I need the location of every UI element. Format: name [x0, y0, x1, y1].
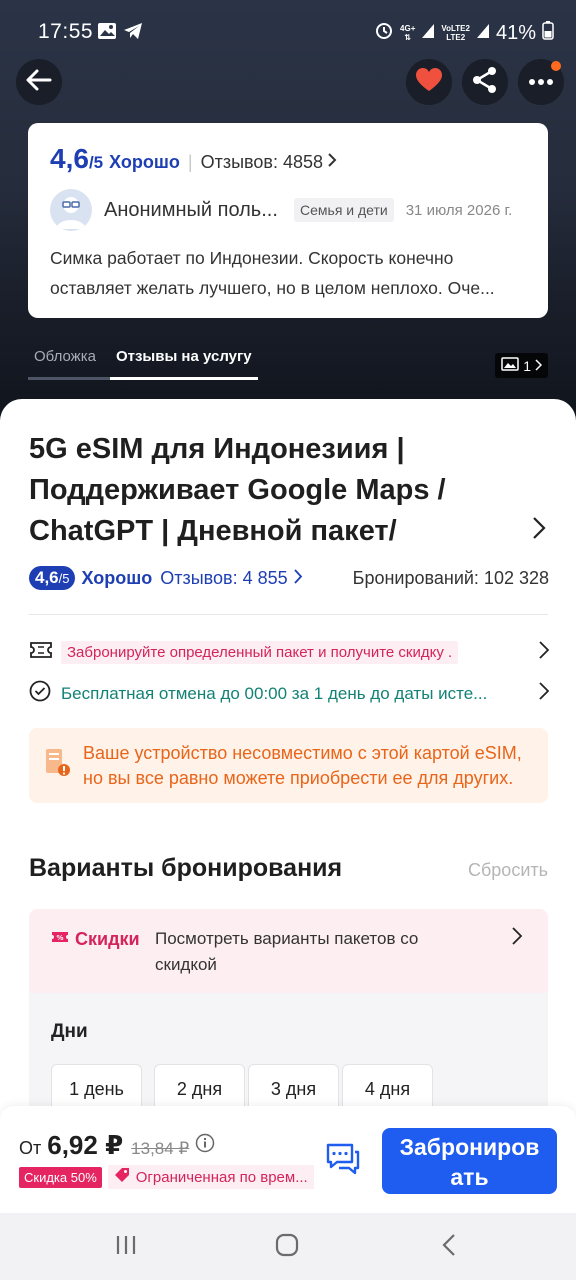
price-row: От 6,92 ₽ 13,84 ₽ — [19, 1130, 215, 1161]
more-dots-icon — [528, 73, 554, 91]
heart-icon — [415, 67, 443, 98]
warning-text: Ваше устройство несовместимо с этой карт… — [83, 741, 522, 791]
ticket-icon — [29, 640, 53, 665]
signal-icon-2 — [476, 22, 490, 45]
days-title: Дни — [51, 1021, 88, 1042]
chevron-right-icon — [327, 152, 337, 173]
compatibility-warning: Ваше устройство несовместимо с этой карт… — [29, 728, 548, 803]
discounts-label: % Скидки — [51, 929, 140, 950]
discount-tag-icon: % — [51, 929, 69, 950]
status-time: 17:55 — [38, 20, 94, 43]
discounts-label-text: Скидки — [75, 929, 140, 949]
reviewer-row: Анонимный поль... Семья и дети 31 июля 2… — [50, 189, 526, 231]
image-icon — [501, 357, 519, 374]
days-selector: Дни 1 день 2 дня 3 дня 4 дня — [29, 993, 548, 1119]
device-warning-icon — [45, 748, 71, 783]
home-icon[interactable] — [275, 1233, 299, 1262]
avatar — [50, 189, 92, 231]
photo-count-button[interactable]: 1 — [495, 353, 548, 378]
promo-text: Забронируйте определенный пакет и получи… — [61, 641, 459, 664]
separator: | — [187, 152, 193, 172]
status-bar: 17:55 4G+ ⇅ VoLTE2 LTE2 41% — [0, 0, 576, 62]
system-navigation-bar — [0, 1213, 576, 1280]
network-2: VoLTE2 LTE2 — [441, 24, 470, 42]
discounts-text: Посмотреть варианты пакетов со скидкой — [155, 929, 419, 974]
gallery-notification-icon — [97, 22, 117, 45]
network-1: 4G+ ⇅ — [400, 24, 416, 42]
chevron-right-icon — [512, 927, 523, 950]
review-preview-card[interactable]: 4,6 /5 Хорошо | Отзывов: 4858 Анонимный … — [28, 123, 548, 318]
recent-apps-icon[interactable] — [114, 1233, 138, 1262]
reviews-link[interactable]: Отзывов: 4 855 — [160, 568, 287, 589]
book-button-line-1: Заброниров — [399, 1134, 540, 1160]
rating-word: Хорошо — [81, 567, 153, 588]
price-badges: Скидка 50% Ограниченная по врем... — [19, 1165, 314, 1189]
discounts-banner[interactable]: % Скидки Посмотреть варианты пакетов со … — [29, 909, 548, 993]
warning-line-2: но вы все равно можете приобрести ее для… — [83, 767, 514, 788]
share-button[interactable] — [462, 59, 508, 105]
back-nav-icon[interactable] — [440, 1233, 458, 1262]
book-button[interactable]: Заброниров ать — [382, 1128, 557, 1194]
photo-count: 1 — [523, 357, 531, 374]
limited-offer-badge: Ограниченная по врем... — [107, 1165, 314, 1189]
review-out-of: /5 — [88, 153, 104, 172]
share-icon — [471, 66, 499, 99]
battery-percent: 41% — [495, 21, 536, 44]
product-details-sheet: 5G eSIM для Индонезиия | Поддерживает Go… — [0, 399, 576, 1119]
free-cancellation-row[interactable]: Бесплатная отмена до 00:00 за 1 день до … — [29, 680, 550, 707]
price: 6,92 ₽ — [47, 1130, 124, 1160]
chevron-right-icon — [535, 358, 543, 374]
product-rating-row: 4,6/5 Хорошо Отзывов: 4 855 Бронирований… — [29, 566, 549, 590]
booking-options-heading: Варианты бронирования — [29, 854, 343, 882]
hero-gallery[interactable]: 17:55 4G+ ⇅ VoLTE2 LTE2 41% 4,6 /5 Хорош… — [0, 0, 576, 420]
review-tag: Семья и дети — [294, 198, 394, 222]
tag-icon — [114, 1167, 130, 1187]
reviewer-name: Анонимный поль... — [104, 198, 278, 221]
arrow-left-icon — [24, 65, 54, 100]
signal-icon-1 — [421, 22, 435, 45]
svg-text:%: % — [56, 934, 63, 942]
chat-button[interactable] — [325, 1142, 361, 1181]
gallery-tabs: Обложка Отзывы на услугу — [28, 348, 258, 380]
bottom-booking-bar: От 6,92 ₽ 13,84 ₽ Скидка 50% Ограниченна… — [0, 1106, 576, 1213]
book-button-line-2: ать — [450, 1164, 489, 1190]
review-count-link[interactable]: Отзывов: 4858 — [201, 152, 323, 173]
back-button[interactable] — [16, 59, 62, 105]
tab-service-reviews[interactable]: Отзывы на услугу — [109, 348, 258, 380]
sale-badge: Скидка 50% — [19, 1166, 102, 1188]
status-right: 4G+ ⇅ VoLTE2 LTE2 41% — [374, 20, 554, 46]
review-date: 31 июля 2026 г. — [405, 201, 513, 219]
title-fade — [400, 511, 500, 555]
chevron-right-icon[interactable] — [532, 516, 546, 545]
cancellation-text: Бесплатная отмена до 00:00 за 1 день до … — [61, 683, 488, 703]
info-icon[interactable] — [195, 1133, 215, 1158]
old-price: 13,84 ₽ — [131, 1139, 190, 1158]
favorite-button[interactable] — [406, 59, 452, 105]
alarm-icon — [374, 20, 394, 46]
review-rating-word: Хорошо — [109, 152, 180, 172]
battery-icon — [542, 20, 554, 46]
notification-dot — [551, 61, 561, 71]
review-rating-row: 4,6 /5 Хорошо | Отзывов: 4858 — [50, 143, 526, 175]
chevron-right-icon — [539, 641, 550, 664]
promo-row[interactable]: Забронируйте определенный пакет и получи… — [29, 640, 550, 665]
chevron-right-icon — [294, 568, 303, 589]
tab-cover[interactable]: Обложка — [28, 348, 116, 380]
limited-offer-text: Ограниченная по врем... — [135, 1168, 308, 1186]
bookings-count: Бронирований: 102 328 — [352, 567, 549, 588]
warning-line-1: Ваше устройство несовместимо с этой карт… — [83, 742, 522, 763]
reset-button[interactable]: Сбросить — [468, 860, 548, 881]
review-score: 4,6 — [50, 143, 89, 174]
divider — [29, 614, 548, 615]
review-text: Симка работает по Индонезии. Скорость ко… — [50, 248, 495, 298]
check-circle-icon — [29, 680, 51, 707]
rating-pill: 4,6/5 — [29, 566, 76, 590]
chevron-right-icon — [539, 682, 550, 705]
price-from-label: От — [19, 1138, 42, 1158]
telegram-notification-icon — [123, 22, 143, 45]
